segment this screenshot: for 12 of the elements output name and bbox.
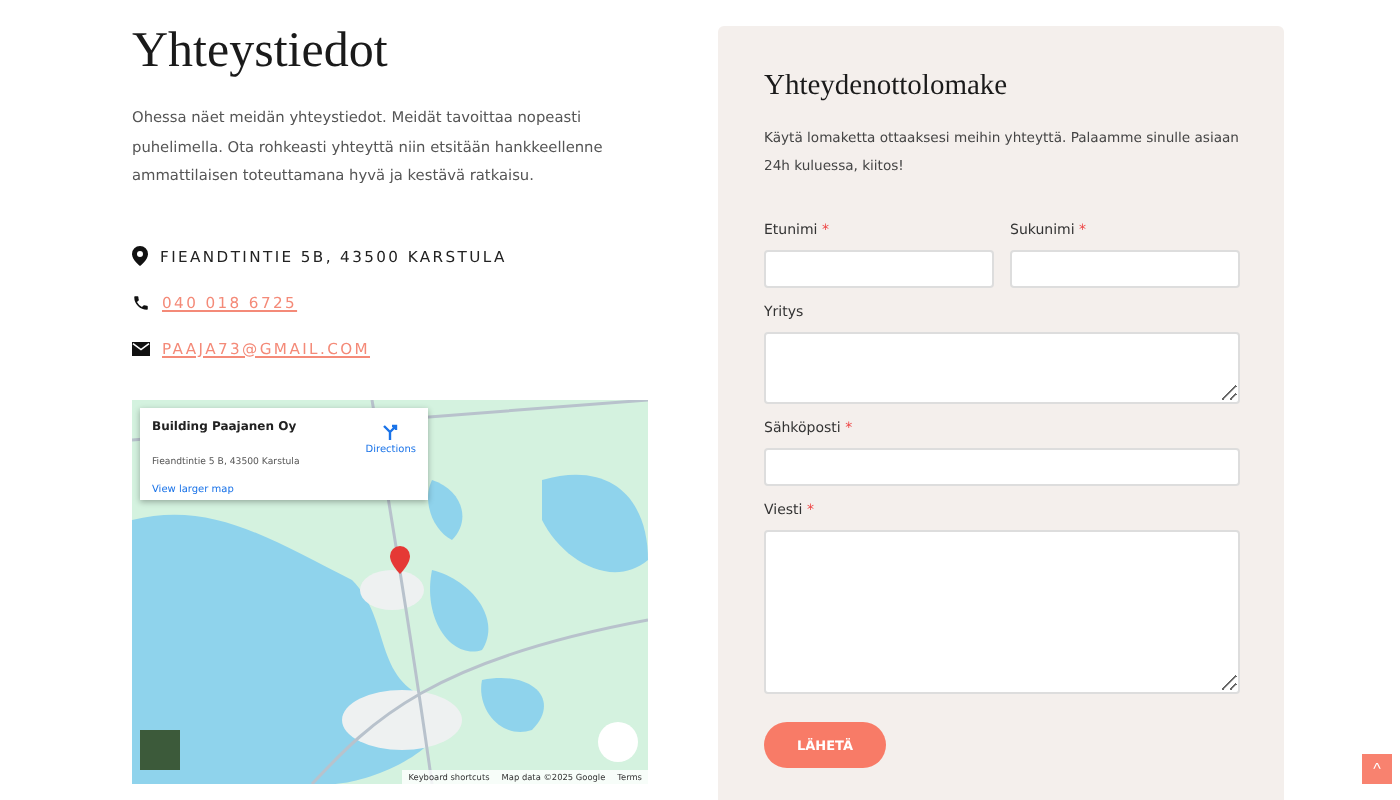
scroll-top-button[interactable]: ^ [1362, 754, 1392, 784]
input-field[interactable] [1010, 250, 1240, 288]
form-title: Yhteydenottolomake [764, 70, 1010, 104]
phone-icon [132, 293, 150, 311]
location-pin-icon [132, 246, 148, 266]
envelope-icon [132, 341, 150, 355]
input-field[interactable] [764, 250, 994, 288]
page-title: Yhteystiedot [132, 24, 390, 80]
fork-arrow-icon [382, 423, 399, 439]
input-field[interactable] [764, 448, 1240, 486]
text-area[interactable] [764, 332, 1240, 404]
message-area[interactable] [764, 530, 1240, 694]
